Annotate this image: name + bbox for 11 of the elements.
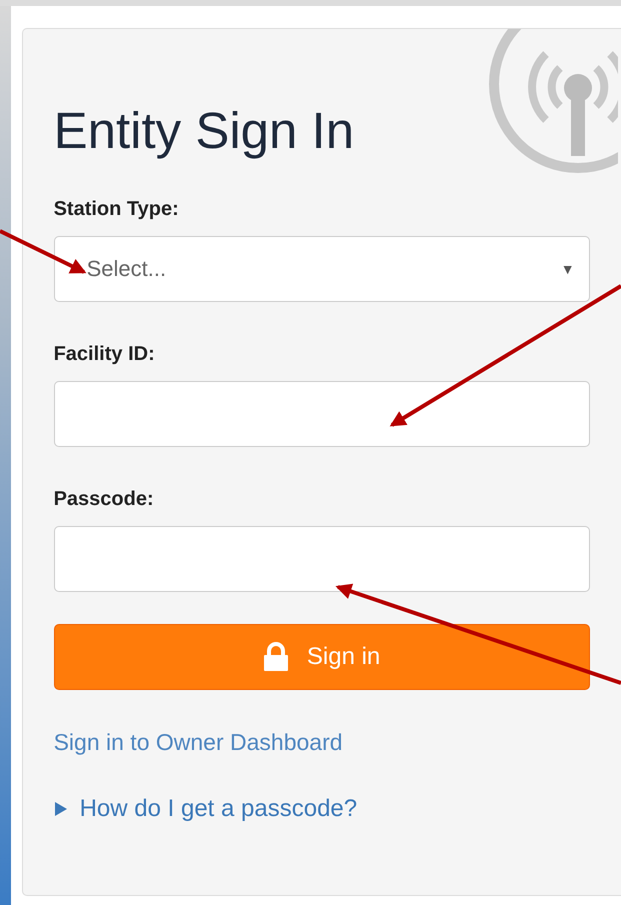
station-type-select[interactable]: Select... ▼ [54, 236, 590, 302]
sign-in-button[interactable]: Sign in [54, 624, 590, 690]
passcode-help-toggle[interactable]: How do I get a passcode? [54, 795, 358, 823]
facility-id-field[interactable] [54, 381, 590, 447]
field-label: Passcode: [54, 487, 155, 512]
lock-icon [262, 642, 289, 672]
field-label: Station Type: [54, 197, 180, 222]
field-label: Facility ID: [54, 342, 156, 367]
page-title: Entity Sign In [54, 101, 356, 161]
passcode-field[interactable] [54, 526, 590, 592]
owner-dashboard-link[interactable]: Sign in to Owner Dashboard [54, 729, 343, 756]
